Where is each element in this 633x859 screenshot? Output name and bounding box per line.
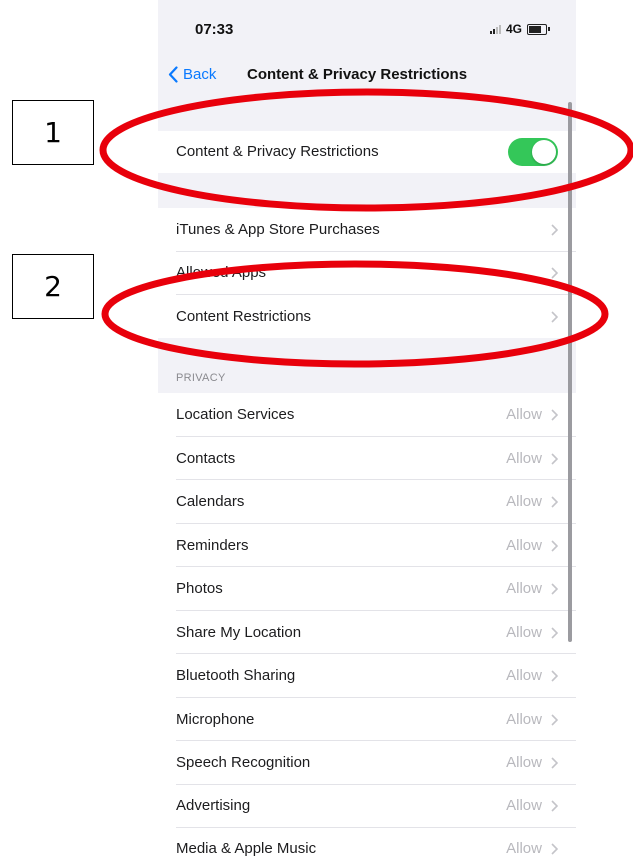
callout-box-2: 2 [12, 254, 94, 319]
battery-icon [527, 23, 547, 35]
row-label: Speech Recognition [176, 754, 311, 771]
chevron-right-icon [551, 267, 558, 279]
callout-number-2: 2 [44, 270, 62, 303]
menu-row-label: Allowed Apps [176, 264, 267, 281]
privacy-row-location-services[interactable]: Location Services Allow [158, 393, 576, 437]
menu-row-content-restrictions[interactable]: Content Restrictions [158, 295, 576, 338]
chevron-right-icon [551, 800, 558, 812]
row-label: Calendars [176, 493, 245, 510]
menu-row-label: Content Restrictions [176, 308, 312, 325]
privacy-row-contacts[interactable]: Contacts Allow [158, 437, 576, 480]
row-label: Media & Apple Music [176, 840, 317, 857]
chevron-right-icon [551, 453, 558, 465]
chevron-right-icon [551, 714, 558, 726]
row-label: Photos [176, 580, 223, 597]
row-label: Contacts [176, 450, 236, 467]
row-label: Location Services [176, 406, 295, 423]
row-value: Allow [506, 840, 542, 857]
row-value: Allow [506, 450, 542, 467]
status-time: 07:33 [195, 21, 234, 38]
chevron-right-icon [551, 843, 558, 855]
chevron-right-icon [551, 540, 558, 552]
row-label: Reminders [176, 537, 249, 554]
chevron-left-icon [168, 66, 178, 83]
content-privacy-toggle[interactable] [508, 138, 558, 166]
scrollbar[interactable] [568, 102, 572, 642]
content-privacy-toggle-row: Content & Privacy Restrictions [158, 131, 576, 173]
callout-number-1: 1 [44, 116, 62, 149]
menu-row-allowed-apps[interactable]: Allowed Apps [158, 252, 576, 295]
chevron-right-icon [551, 496, 558, 508]
settings-screen: 07:33 4G Back Content & Privacy Restrict… [158, 0, 576, 859]
privacy-row-advertising[interactable]: Advertising Allow [158, 785, 576, 828]
privacy-row-reminders[interactable]: Reminders Allow [158, 524, 576, 567]
network-type: 4G [505, 22, 522, 36]
privacy-row-media-apple-music[interactable]: Media & Apple Music Allow [158, 828, 576, 859]
signal-strength-icon [489, 24, 501, 34]
row-label: Microphone [176, 711, 255, 728]
row-value: Allow [506, 580, 542, 597]
row-value: Allow [506, 537, 542, 554]
privacy-row-microphone[interactable]: Microphone Allow [158, 698, 576, 741]
row-value: Allow [506, 667, 542, 684]
status-indicators: 4G [489, 22, 550, 36]
navigation-bar: Back Content & Privacy Restrictions [158, 58, 576, 94]
privacy-row-speech-recognition[interactable]: Speech Recognition Allow [158, 741, 576, 785]
battery-tip-icon [548, 27, 550, 31]
chevron-right-icon [551, 757, 558, 769]
chevron-right-icon [551, 627, 558, 639]
status-bar: 07:33 4G [158, 0, 576, 58]
privacy-row-share-my-location[interactable]: Share My Location Allow [158, 611, 576, 654]
privacy-row-bluetooth-sharing[interactable]: Bluetooth Sharing Allow [158, 654, 576, 698]
privacy-row-photos[interactable]: Photos Allow [158, 567, 576, 611]
toggle-row-label: Content & Privacy Restrictions [176, 143, 379, 160]
menu-row-label: iTunes & App Store Purchases [176, 221, 380, 238]
chevron-right-icon [551, 409, 558, 421]
row-value: Allow [506, 711, 542, 728]
row-label: Bluetooth Sharing [176, 667, 296, 684]
row-value: Allow [506, 797, 542, 814]
row-label: Share My Location [176, 624, 302, 641]
row-label: Advertising [176, 797, 251, 814]
privacy-section-header: PRIVACY [176, 372, 226, 384]
privacy-row-calendars[interactable]: Calendars Allow [158, 480, 576, 524]
callout-box-1: 1 [12, 100, 94, 165]
row-value: Allow [506, 624, 542, 641]
chevron-right-icon [551, 311, 558, 323]
menu-row-itunes-purchases[interactable]: iTunes & App Store Purchases [158, 208, 576, 252]
toggle-knob [532, 140, 556, 164]
row-value: Allow [506, 406, 542, 423]
chevron-right-icon [551, 583, 558, 595]
back-label: Back [183, 66, 217, 83]
row-value: Allow [506, 493, 542, 510]
back-button[interactable]: Back [168, 66, 216, 83]
page-title: Content & Privacy Restrictions [247, 66, 468, 83]
chevron-right-icon [551, 224, 558, 236]
chevron-right-icon [551, 670, 558, 682]
row-value: Allow [506, 754, 542, 771]
